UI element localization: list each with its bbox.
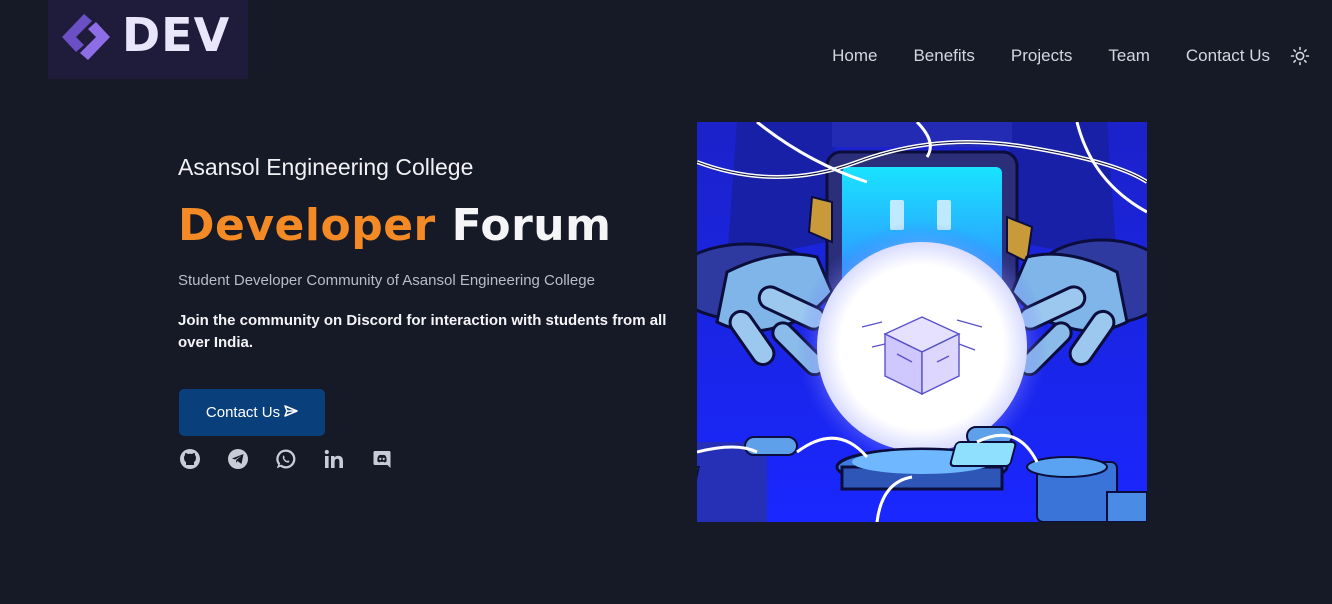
social-links	[179, 448, 393, 470]
linkedin-icon[interactable]	[323, 448, 345, 470]
discord-icon[interactable]	[371, 448, 393, 470]
send-icon	[284, 404, 298, 421]
contact-us-button[interactable]: Contact Us	[179, 389, 325, 436]
sun-icon[interactable]	[1290, 46, 1310, 66]
nav-contact-us[interactable]: Contact Us	[1186, 46, 1270, 66]
dev-chevron-logo-icon	[62, 14, 110, 60]
nav-team[interactable]: Team	[1108, 46, 1150, 66]
telegram-icon[interactable]	[227, 448, 249, 470]
hero-tagline: Student Developer Community of Asansol E…	[178, 272, 595, 289]
github-icon[interactable]	[179, 448, 201, 470]
hero-illustration	[697, 122, 1147, 522]
nav-projects[interactable]: Projects	[1011, 46, 1072, 66]
hero-title-accent: Developer	[178, 200, 436, 251]
logo-text: DEV	[122, 8, 231, 62]
whatsapp-icon[interactable]	[275, 448, 297, 470]
contact-us-button-label: Contact Us	[205, 404, 281, 421]
main-nav: Home Benefits Projects Team Contact Us	[832, 46, 1310, 66]
nav-benefits[interactable]: Benefits	[913, 46, 974, 66]
nav-home[interactable]: Home	[832, 46, 877, 66]
hero-join-text: Join the community on Discord for intera…	[178, 312, 667, 351]
college-name: Asansol Engineering College	[178, 154, 474, 180]
hero-title-rest: Forum	[451, 200, 612, 251]
site-logo[interactable]: DEV	[48, 0, 248, 79]
hero-title: Developer Forum	[178, 200, 611, 251]
